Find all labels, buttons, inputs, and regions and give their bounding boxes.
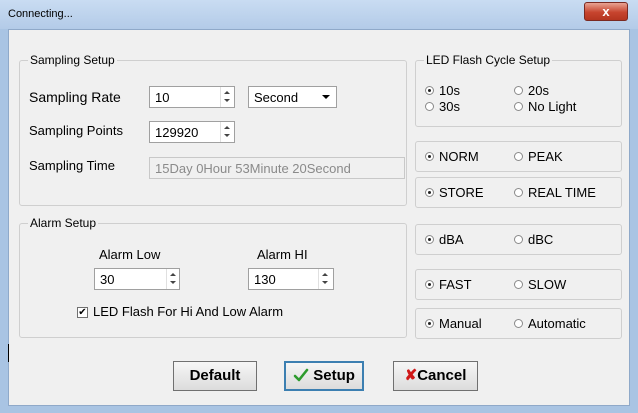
- sampling-points-spinner[interactable]: [220, 122, 234, 142]
- alarm-hi-label: Alarm HI: [257, 247, 308, 262]
- spin-down-icon[interactable]: [224, 134, 230, 137]
- spin-up-icon[interactable]: [170, 273, 176, 276]
- led-flash-cycle-legend: LED Flash Cycle Setup: [424, 53, 553, 67]
- led-flash-cycle-group: LED Flash Cycle Setup 10s 20s 30s No Lig…: [415, 53, 622, 127]
- sampling-setup-group: Sampling Setup Sampling Rate 10 Second S…: [19, 53, 407, 206]
- radio-selected-icon: [425, 280, 434, 289]
- radio-selected-icon: [425, 86, 434, 95]
- sampling-setup-legend: Sampling Setup: [28, 53, 117, 67]
- spin-down-icon[interactable]: [170, 281, 176, 284]
- checkmark-icon: [293, 368, 309, 382]
- spin-down-icon[interactable]: [224, 99, 230, 102]
- cancel-button[interactable]: ✘Cancel: [393, 361, 478, 391]
- x-icon: ✘: [404, 367, 418, 384]
- response-group: FAST SLOW: [415, 269, 622, 300]
- radio-selected-icon: [425, 188, 434, 197]
- spin-up-icon[interactable]: [224, 91, 230, 94]
- sampling-time-label: Sampling Time: [29, 158, 115, 173]
- mode-group: Manual Automatic: [415, 308, 622, 339]
- sampling-rate-spinner[interactable]: [220, 87, 234, 107]
- radio-selected-icon: [425, 319, 434, 328]
- alarm-setup-legend: Alarm Setup: [28, 216, 99, 230]
- window-title: Connecting...: [8, 8, 73, 20]
- alarm-setup-group: Alarm Setup Alarm Low 30 Alarm HI 130 ✔ …: [19, 216, 407, 338]
- sampling-points-label: Sampling Points: [29, 123, 123, 138]
- title-bar: Connecting... x: [0, 0, 638, 29]
- radio-selected-icon: [425, 235, 434, 244]
- radio-selected-icon: [425, 152, 434, 161]
- chevron-down-icon: [322, 95, 330, 99]
- radio-empty-icon: [514, 235, 523, 244]
- radio-empty-icon: [514, 280, 523, 289]
- led-flash-alarm-label: LED Flash For Hi And Low Alarm: [93, 304, 284, 319]
- radio-empty-icon: [514, 86, 523, 95]
- alarm-low-label: Alarm Low: [99, 247, 161, 262]
- alarm-hi-spinner[interactable]: [318, 269, 332, 289]
- sampling-unit-select[interactable]: Second: [248, 86, 337, 108]
- sampling-time-display: 15Day 0Hour 53Minute 20Second: [149, 157, 405, 179]
- sampling-rate-label: Sampling Rate: [29, 89, 121, 105]
- radio-empty-icon: [514, 152, 523, 161]
- led-flash-alarm-checkbox[interactable]: ✔: [77, 307, 88, 318]
- checkmark-icon: ✔: [78, 307, 87, 318]
- setup-button[interactable]: Setup: [284, 361, 364, 391]
- close-button[interactable]: x: [584, 2, 628, 21]
- dialog-window: Connecting... x Sampling Setup Sampling …: [0, 0, 638, 413]
- spin-down-icon[interactable]: [322, 281, 328, 284]
- radio-empty-icon: [514, 102, 523, 111]
- close-icon: x: [602, 4, 610, 19]
- default-button[interactable]: Default: [173, 361, 257, 391]
- store-realtime-group: STORE REAL TIME: [415, 177, 622, 208]
- spin-up-icon[interactable]: [322, 273, 328, 276]
- dialog-body: Sampling Setup Sampling Rate 10 Second S…: [8, 29, 630, 406]
- norm-peak-group: NORM PEAK: [415, 141, 622, 172]
- alarm-low-spinner[interactable]: [166, 269, 180, 289]
- radio-empty-icon: [514, 319, 523, 328]
- divider: [8, 344, 9, 362]
- radio-empty-icon: [425, 102, 434, 111]
- spin-up-icon[interactable]: [224, 126, 230, 129]
- weighting-group: dBA dBC: [415, 224, 622, 255]
- radio-empty-icon: [514, 188, 523, 197]
